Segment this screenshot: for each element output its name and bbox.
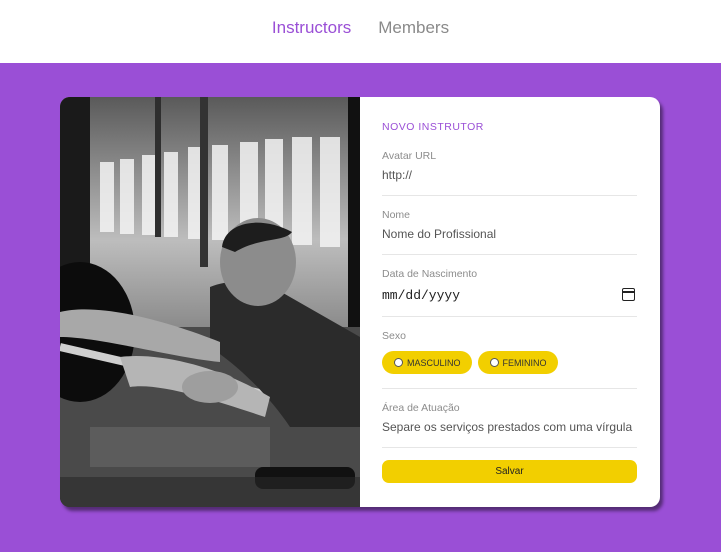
new-instructor-form: NOVO INSTRUTOR Avatar URL http:// Nome N… <box>360 97 660 507</box>
sexo-radio-group: MASCULINO FEMININO <box>382 351 637 374</box>
gym-photo <box>60 97 360 507</box>
radio-circle-icon[interactable] <box>489 358 499 367</box>
nome-field[interactable]: Nome Nome do Profissional <box>382 209 637 255</box>
avatar-url-field[interactable]: Avatar URL http:// <box>382 150 637 196</box>
avatar-url-label: Avatar URL <box>382 150 437 162</box>
nav-link-instructors[interactable]: Instructors <box>272 18 351 38</box>
sexo-field: Sexo MASCULINO FEMININO <box>382 330 637 389</box>
top-navigation: Instructors Members <box>0 0 721 63</box>
avatar-url-input[interactable]: http:// <box>382 168 637 182</box>
nome-input[interactable]: Nome do Profissional <box>382 227 637 241</box>
area-atuacao-input[interactable]: Separe os serviços prestados com uma vír… <box>382 420 637 434</box>
form-title: NOVO INSTRUTOR <box>382 121 484 133</box>
save-button[interactable]: Salvar <box>382 460 637 483</box>
sexo-label: Sexo <box>382 330 406 342</box>
radio-feminino-label: FEMININO <box>502 357 547 368</box>
gym-photo-illustration <box>60 97 360 507</box>
radio-circle-icon[interactable] <box>394 358 403 367</box>
birth-date-field[interactable]: Data de Nascimento mm/dd/yyyy <box>382 268 637 317</box>
birth-date-input[interactable]: mm/dd/yyyy <box>382 288 637 303</box>
nome-label: Nome <box>382 209 411 221</box>
area-atuacao-label: Área de Atuação <box>382 402 460 414</box>
calendar-icon[interactable] <box>622 288 635 301</box>
nav-link-members[interactable]: Members <box>378 18 449 38</box>
radio-masculino-label: MASCULINO <box>407 357 461 368</box>
radio-masculino[interactable]: MASCULINO <box>382 351 472 374</box>
radio-feminino[interactable]: FEMININO <box>477 351 558 374</box>
birth-date-label: Data de Nascimento <box>382 268 478 280</box>
instructor-card: NOVO INSTRUTOR Avatar URL http:// Nome N… <box>60 97 660 507</box>
area-atuacao-field[interactable]: Área de Atuação Separe os serviços prest… <box>382 402 637 448</box>
